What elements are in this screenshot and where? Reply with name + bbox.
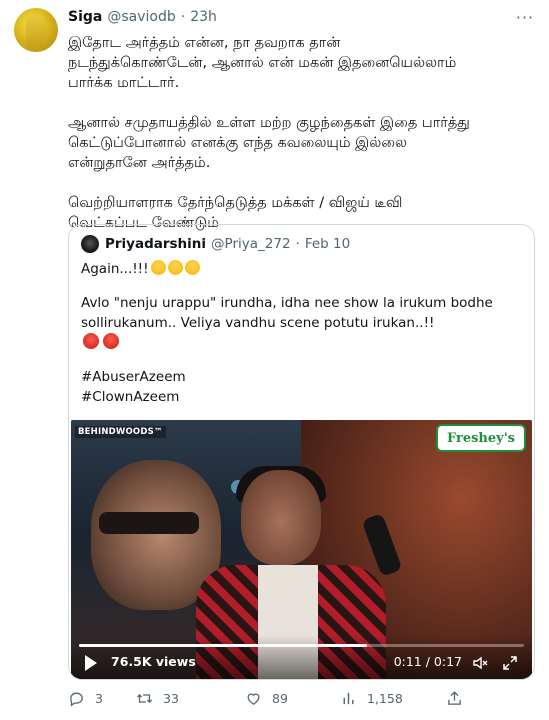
play-icon[interactable]: [85, 655, 97, 671]
retweet-icon: [136, 694, 153, 703]
separator: ·: [180, 9, 186, 25]
action-bar: 3 33 89 1,158: [68, 690, 468, 712]
fullscreen-icon[interactable]: [502, 655, 518, 671]
quoted-author-handle[interactable]: @Priya_272: [211, 236, 290, 252]
quoted-tweet-header: Priyadarshini @Priya_272 · Feb 10: [81, 235, 350, 253]
share-button[interactable]: [446, 690, 473, 707]
volume-muted-icon[interactable]: [472, 655, 488, 671]
quoted-tweet-time[interactable]: Feb 10: [305, 236, 350, 252]
tweet-time[interactable]: 23h: [190, 9, 217, 25]
quoted-tweet-text: Again...!!! Avlo "nenju urappu" irundha,…: [81, 259, 526, 407]
tweet-header: Siga @saviodb · 23h: [68, 9, 217, 25]
unamused-face-emoji-icon: [184, 260, 200, 275]
retweet-button[interactable]: 33: [136, 690, 179, 707]
angry-face-emoji-icon: [83, 333, 99, 349]
like-button[interactable]: 89: [245, 690, 288, 707]
retweet-count: 33: [163, 691, 179, 706]
share-icon: [448, 691, 461, 705]
more-options-icon[interactable]: ···: [515, 8, 535, 28]
views-button[interactable]: 1,158: [340, 690, 403, 707]
angry-face-emoji-icon: [103, 333, 119, 349]
video-progress-fill: [79, 644, 367, 647]
quoted-line-2: Avlo "nenju urappu" irundha, idha nee sh…: [81, 295, 493, 311]
quoted-author-name[interactable]: Priyadarshini: [105, 236, 206, 252]
avatar-figure: [26, 14, 46, 48]
analytics-icon: [343, 692, 354, 705]
worried-face-emoji-icon: [150, 260, 166, 275]
video-player[interactable]: BEHINDWOODS™ Freshey's 76.5K views 0:11 …: [71, 420, 532, 679]
video-controls: 76.5K views 0:11 / 0:17: [71, 635, 532, 679]
reply-button[interactable]: 3: [68, 690, 103, 707]
reply-count: 3: [95, 691, 103, 706]
quoted-avatar[interactable]: [81, 235, 99, 253]
quoted-emoji-line: [81, 333, 526, 353]
background-sunglasses: [99, 512, 199, 534]
video-view-count: 76.5K views: [111, 654, 196, 669]
separator: ·: [295, 236, 300, 252]
author-handle[interactable]: @saviodb: [107, 9, 175, 25]
quoted-line-1: Again...!!!: [81, 259, 526, 279]
sponsor-logo: Freshey's: [436, 424, 526, 452]
tweet: Siga @saviodb · 23h ··· இதோட அர்த்தம் என…: [0, 0, 549, 720]
video-time: 0:11 / 0:17: [393, 654, 462, 669]
avatar[interactable]: [14, 8, 58, 52]
video-progress-bar[interactable]: [79, 644, 524, 647]
tweet-text: இதோட அர்த்தம் என்ன, நா தவறாக தான் நடந்து…: [68, 33, 538, 253]
speaker-face: [241, 470, 321, 565]
tweet-paragraph-1: இதோட அர்த்தம் என்ன, நா தவறாக தான் நடந்து…: [68, 35, 457, 91]
author-name[interactable]: Siga: [68, 9, 102, 25]
tweet-paragraph-2: ஆனால் சமுதாயத்தில் உள்ள மற்ற குழந்தைகள் …: [68, 115, 470, 171]
quoted-tweet[interactable]: Priyadarshini @Priya_272 · Feb 10 Again.…: [68, 224, 535, 680]
hashtag-clown-azeem[interactable]: #ClownAzeem: [81, 387, 526, 407]
reply-icon: [70, 692, 83, 707]
like-count: 89: [272, 691, 288, 706]
heart-icon: [247, 693, 260, 705]
hashtag-abuser-azeem[interactable]: #AbuserAzeem: [81, 367, 526, 387]
watermark-logo: BEHINDWOODS™: [75, 426, 166, 438]
quoted-text-again: Again...!!!: [81, 261, 149, 277]
relieved-face-emoji-icon: [167, 260, 183, 275]
views-count: 1,158: [367, 691, 403, 706]
quoted-line-3: sollirukanum.. Veliya vandhu scene potut…: [81, 315, 435, 331]
